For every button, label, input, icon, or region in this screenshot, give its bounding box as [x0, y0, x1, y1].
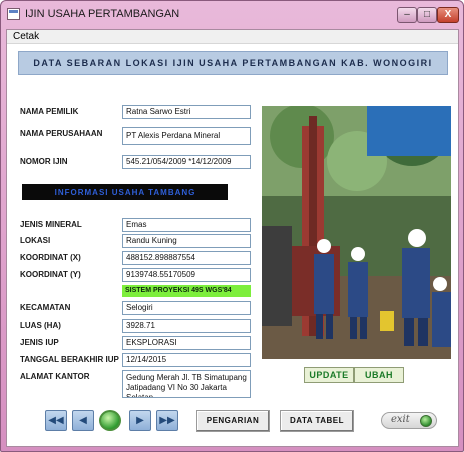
projection-badge: SISTEM PROYEKSI 49S WGS'84 [122, 285, 251, 297]
first-record-button[interactable]: ◀◀ [45, 410, 67, 431]
jenis-iup-label: JENIS IUP [20, 338, 59, 347]
data-tabel-button[interactable]: DATA TABEL [280, 410, 354, 432]
info-banner: INFORMASI USAHA TAMBANG [22, 184, 228, 200]
alamat-kantor-label: ALAMAT KANTOR [20, 372, 90, 381]
last-record-button[interactable]: ▶▶ [156, 410, 178, 431]
luas-label: LUAS (HA) [20, 321, 61, 330]
ubah-button[interactable]: UBAH [354, 367, 404, 383]
nama-pemilik-label: NAMA PEMILIK [20, 107, 79, 116]
form-client-area: Cetak DATA SEBARAN LOKASI IJIN USAHA PER… [6, 29, 459, 447]
update-button[interactable]: UPDATE [304, 367, 354, 383]
maximize-button[interactable]: □ [417, 7, 437, 23]
exit-button[interactable]: exit [381, 412, 437, 429]
nama-perusahaan-label: NAMA PERUSAHAAN [20, 129, 103, 138]
title-bar[interactable]: IJIN USAHA PERTAMBANGAN – □ X [1, 1, 463, 28]
mine-photo [262, 106, 451, 359]
window-app-icon [7, 8, 20, 20]
koordinat-x-label: KOORDINAT (X) [20, 253, 81, 262]
header-banner: DATA SEBARAN LOKASI IJIN USAHA PERTAMBAN… [18, 51, 448, 75]
jenis-mineral-label: JENIS MINERAL [20, 220, 82, 229]
alamat-kantor-field[interactable]: Gedung Merah Jl. TB Simatupang Jatipadan… [122, 370, 251, 398]
menu-bar: Cetak [7, 30, 458, 44]
luas-field[interactable]: 3928.71 [122, 319, 251, 333]
kecamatan-label: KECAMATAN [20, 303, 71, 312]
menu-item-cetak[interactable]: Cetak [13, 31, 39, 42]
jenis-iup-field[interactable]: EKSPLORASI [122, 336, 251, 350]
minimize-button[interactable]: – [397, 7, 417, 23]
kecamatan-field[interactable]: Selogiri [122, 301, 251, 315]
page-title: DATA SEBARAN LOKASI IJIN USAHA PERTAMBAN… [33, 58, 433, 68]
nama-pemilik-field[interactable]: Ratna Sarwo Estri [122, 105, 251, 119]
nomor-ijin-label: NOMOR IJIN [20, 157, 68, 166]
koordinat-y-label: KOORDINAT (Y) [20, 270, 81, 279]
window-title: IJIN USAHA PERTAMBANGAN [25, 8, 180, 20]
koordinat-x-field[interactable]: 488152.898887554 [122, 251, 251, 265]
refresh-button[interactable] [99, 410, 121, 431]
nomor-ijin-field[interactable]: 545.21/054/2009 *14/12/2009 [122, 155, 251, 169]
tanggal-berakhir-field[interactable]: 12/14/2015 [122, 353, 251, 367]
next-record-button[interactable]: ▶ [129, 410, 151, 431]
exit-indicator-icon [420, 415, 432, 427]
pengarian-button[interactable]: PENGARIAN [196, 410, 270, 432]
prev-record-button[interactable]: ◀ [72, 410, 94, 431]
app-window: IJIN USAHA PERTAMBANGAN – □ X Cetak DATA… [0, 0, 464, 452]
koordinat-y-field[interactable]: 9139748.55170509 [122, 268, 251, 282]
exit-label: exit [391, 414, 410, 425]
mine-photo-illustration [262, 106, 451, 359]
tanggal-berakhir-label: TANGGAL BERAKHIR IUP [20, 355, 119, 364]
jenis-mineral-field[interactable]: Emas [122, 218, 251, 232]
close-button[interactable]: X [437, 7, 459, 23]
info-banner-text: INFORMASI USAHA TAMBANG [54, 187, 196, 197]
lokasi-label: LOKASI [20, 236, 51, 245]
nama-perusahaan-field[interactable]: PT Alexis Perdana Mineral [122, 127, 251, 145]
lokasi-field[interactable]: Randu Kuning [122, 234, 251, 248]
